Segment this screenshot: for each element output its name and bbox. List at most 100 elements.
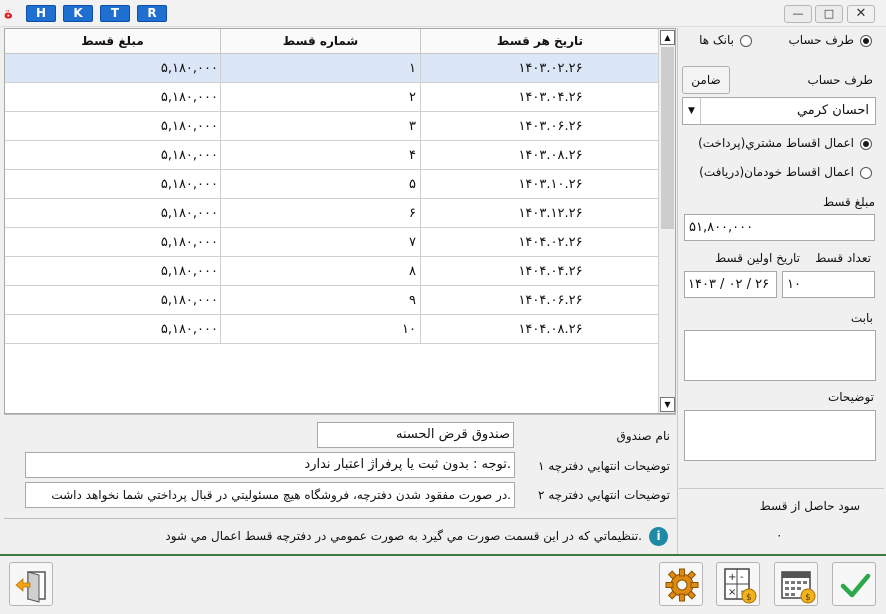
table-row[interactable]: ۵,۱۸۰,۰۰۰ ۹ ۱۴۰۴.۰۶.۲۶: [5, 286, 659, 315]
panel-divider: [677, 28, 678, 554]
cell-date: ۱۴۰۴.۰۴.۲۶: [421, 257, 659, 286]
cell-date: ۱۴۰۳.۰۶.۲۶: [421, 112, 659, 141]
maximize-button[interactable]: □: [815, 5, 843, 23]
title-bar: ة H K T R — □ ✕: [0, 0, 886, 27]
info-bar: i تنظيماتي که در اين قسمت صورت مي گيرد ب…: [4, 518, 676, 554]
radio-account-label[interactable]: طرف حساب: [788, 33, 854, 47]
svg-text:-: -: [740, 572, 744, 583]
table-row[interactable]: ۵,۱۸۰,۰۰۰ ۶ ۱۴۰۳.۱۲.۲۶: [5, 199, 659, 228]
scroll-down-icon[interactable]: ▼: [660, 397, 675, 412]
amount-value: ۵۱,۸۰۰,۰۰۰: [689, 220, 754, 235]
exit-icon: [15, 571, 46, 603]
svg-text:+: +: [728, 572, 736, 583]
guarantor-button[interactable]: ضامن: [682, 66, 730, 94]
exit-button[interactable]: [9, 562, 53, 606]
cell-amount: ۵,۱۸۰,۰۰۰: [5, 228, 221, 257]
note2-value: در صورت مفقود شدن دفترچه، فروشگاه هيچ مس…: [51, 488, 511, 502]
cell-date: ۱۴۰۳.۱۰.۲۶: [421, 170, 659, 199]
cell-date: ۱۴۰۴.۰۶.۲۶: [421, 286, 659, 315]
cell-date: ۱۴۰۴.۰۸.۲۶: [421, 315, 659, 344]
cell-number: ۷: [221, 228, 421, 257]
cell-date: ۱۴۰۳.۰۸.۲۶: [421, 141, 659, 170]
cell-number: ۶: [221, 199, 421, 228]
fund-name-label: نام صندوق: [616, 429, 670, 443]
cell-date: ۱۴۰۳.۰۴.۲۶: [421, 83, 659, 112]
cell-number: ۸: [221, 257, 421, 286]
table-row[interactable]: ۵,۱۸۰,۰۰۰ ۲ ۱۴۰۳.۰۴.۲۶: [5, 83, 659, 112]
note1-input[interactable]: توجه : بدون ثبت يا پرفراژ اعتبار ندارد.: [25, 452, 515, 478]
k-button[interactable]: K: [63, 5, 93, 22]
cell-number: ۲: [221, 83, 421, 112]
amount-input[interactable]: ۵۱,۸۰۰,۰۰۰: [684, 214, 875, 241]
radio-banks[interactable]: [740, 35, 752, 47]
note2-input[interactable]: در صورت مفقود شدن دفترچه، فروشگاه هيچ مس…: [25, 482, 515, 508]
cell-amount: ۵,۱۸۰,۰۰۰: [5, 141, 221, 170]
profit-value: ۰: [776, 528, 783, 542]
radio-own-label[interactable]: اعمال اقساط خودمان(دريافت): [699, 165, 854, 179]
count-label: تعداد قسط: [815, 251, 871, 265]
info-icon: i: [649, 527, 668, 546]
table-row[interactable]: ۵,۱۸۰,۰۰۰ ۳ ۱۴۰۳.۰۶.۲۶: [5, 112, 659, 141]
table-row[interactable]: ۵,۱۸۰,۰۰۰ ۷ ۱۴۰۴.۰۲.۲۶: [5, 228, 659, 257]
header-date[interactable]: تاريخ هر قسط: [421, 29, 659, 54]
cell-number: ۱: [221, 54, 421, 83]
close-button[interactable]: ✕: [847, 5, 875, 23]
table-row[interactable]: ۵,۱۸۰,۰۰۰ ۵ ۱۴۰۳.۱۰.۲۶: [5, 170, 659, 199]
calendar-money-icon: $: [781, 571, 816, 604]
table-row[interactable]: ۵,۱۸۰,۰۰۰ ۱۰ ۱۴۰۴.۰۸.۲۶: [5, 315, 659, 344]
cell-number: ۹: [221, 286, 421, 315]
note1-label: توضيحات انتهايي دفترچه ۱: [538, 459, 670, 473]
table-row[interactable]: ۵,۱۸۰,۰۰۰ ۸ ۱۴۰۴.۰۴.۲۶: [5, 257, 659, 286]
header-amount[interactable]: مبلغ قسط: [5, 29, 221, 54]
first-date-value: ۱۴۰۳ / ۰۲ / ۲۶: [688, 277, 770, 292]
description-input[interactable]: [684, 410, 876, 461]
scroll-thumb[interactable]: [661, 47, 674, 229]
calculator-button[interactable]: + - × = $: [716, 562, 760, 606]
calendar-button[interactable]: $: [774, 562, 818, 606]
svg-text:$: $: [746, 593, 752, 603]
cell-amount: ۵,۱۸۰,۰۰۰: [5, 83, 221, 112]
chevron-down-icon[interactable]: ▼: [683, 98, 701, 124]
settings-button[interactable]: [659, 562, 703, 606]
grid-scrollbar[interactable]: ▲ ▼: [658, 29, 675, 413]
cell-number: ۵: [221, 170, 421, 199]
h-button[interactable]: H: [26, 5, 56, 22]
cell-amount: ۵,۱۸۰,۰۰۰: [5, 170, 221, 199]
t-button[interactable]: T: [100, 5, 130, 22]
close-icon: ✕: [855, 6, 867, 21]
table-row[interactable]: ۵,۱۸۰,۰۰۰ ۴ ۱۴۰۳.۰۸.۲۶: [5, 141, 659, 170]
minimize-button[interactable]: —: [784, 5, 812, 23]
profit-label: سود حاصل از قسط: [759, 499, 860, 513]
count-input[interactable]: ۱۰: [782, 271, 875, 298]
amount-label: مبلغ قسط: [822, 195, 875, 209]
settings-panel: طرف حساب بانک ها طرف حساب ضامن ▼ احسان ک…: [679, 28, 884, 554]
radio-account[interactable]: [860, 35, 872, 47]
description-label: توضيحات: [827, 390, 874, 404]
note2-label: توضيحات انتهايي دفترچه ۲: [538, 488, 670, 502]
notebook-notes-section: نام صندوق صندوق قرض الحسنه توضيحات انتها…: [4, 414, 676, 554]
grid-header: مبلغ قسط شماره قسط تاريخ هر قسط: [5, 29, 659, 54]
cell-amount: ۵,۱۸۰,۰۰۰: [5, 112, 221, 141]
babat-label: بابت: [850, 311, 873, 325]
radio-customer-installments[interactable]: [860, 138, 872, 150]
radio-banks-label[interactable]: بانک ها: [699, 33, 734, 47]
checkmark-icon: [840, 573, 871, 598]
header-number[interactable]: شماره قسط: [221, 29, 421, 54]
account-select[interactable]: ▼ احسان کرمي: [682, 97, 876, 125]
babat-input[interactable]: [684, 330, 876, 381]
cell-amount: ۵,۱۸۰,۰۰۰: [5, 257, 221, 286]
scroll-up-icon[interactable]: ▲: [660, 30, 675, 45]
fund-name-input[interactable]: صندوق قرض الحسنه: [317, 422, 514, 448]
table-row[interactable]: ۵,۱۸۰,۰۰۰ ۱ ۱۴۰۳.۰۲.۲۶: [5, 54, 659, 83]
radio-own-installments[interactable]: [860, 167, 872, 179]
account-label: طرف حساب: [807, 73, 873, 87]
footer-toolbar: + - × = $ $: [0, 554, 886, 614]
radio-customer-label[interactable]: اعمال اقساط مشتري(پرداخت): [698, 136, 854, 150]
cell-number: ۳: [221, 112, 421, 141]
gear-icon: [665, 568, 699, 602]
confirm-button[interactable]: [832, 562, 876, 606]
app-logo-icon: ة: [4, 4, 13, 22]
cell-amount: ۵,۱۸۰,۰۰۰: [5, 286, 221, 315]
r-button[interactable]: R: [137, 5, 167, 22]
first-date-input[interactable]: ۱۴۰۳ / ۰۲ / ۲۶: [684, 271, 777, 298]
